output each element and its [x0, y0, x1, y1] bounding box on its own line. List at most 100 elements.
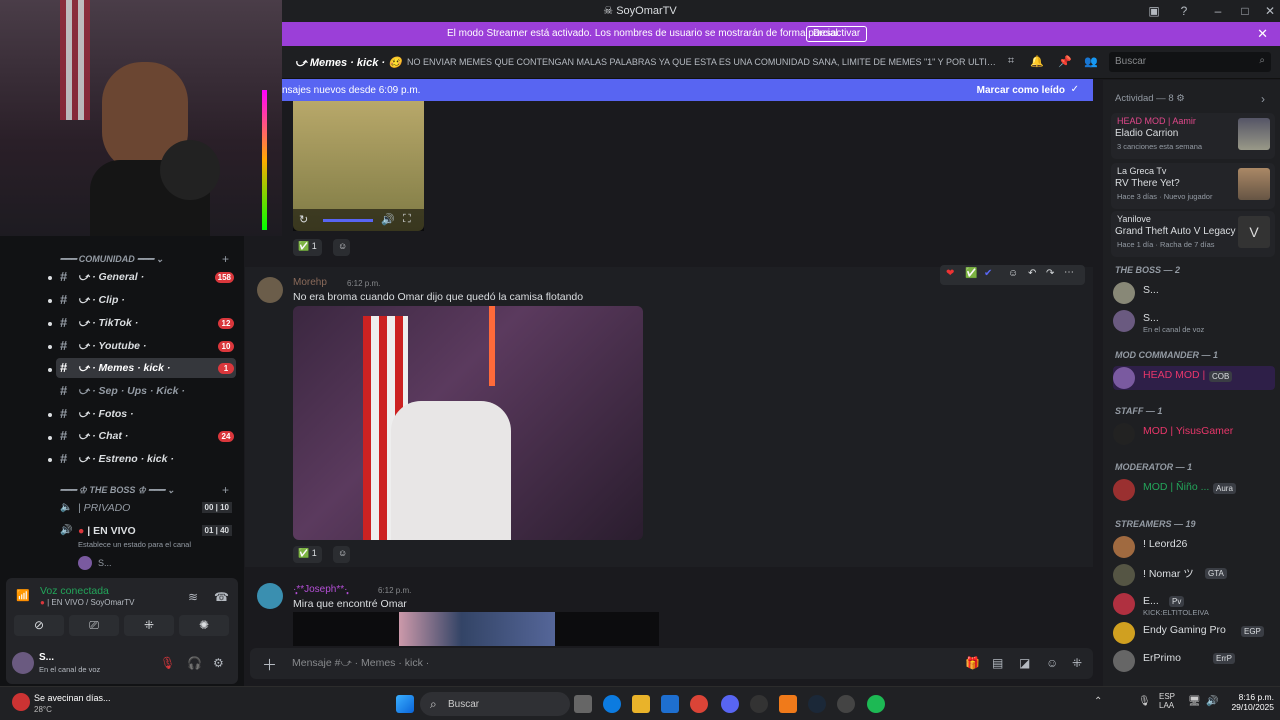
- headphones-icon[interactable]: 🎧: [187, 656, 202, 670]
- inbox-icon[interactable]: ▣: [1146, 3, 1162, 19]
- spotify-icon[interactable]: [867, 695, 885, 713]
- maximize-button[interactable]: □: [1237, 3, 1253, 19]
- forward-icon[interactable]: ↷: [1046, 268, 1054, 279]
- activity-title[interactable]: Actividad — 8 ⚙: [1115, 93, 1185, 104]
- language-indicator[interactable]: ESP LAA: [1159, 692, 1175, 710]
- add-channel-icon[interactable]: +: [222, 252, 229, 266]
- avatar[interactable]: [257, 583, 283, 609]
- avatar[interactable]: [12, 652, 34, 674]
- voice-channel-privado[interactable]: 🔈 | PRIVADO 00 | 10: [56, 498, 236, 518]
- noise-suppression-icon[interactable]: ≋: [188, 590, 198, 604]
- activity-card[interactable]: Yanilove Grand Theft Auto V Legacy Hace …: [1111, 211, 1275, 257]
- replay-icon[interactable]: ↻: [299, 213, 308, 226]
- settings-icon[interactable]: ⚙: [213, 656, 224, 670]
- clock[interactable]: 8:16 p.m. 29/10/2025: [1230, 692, 1274, 712]
- member-item[interactable]: MOD | Ñiño ... Aura: [1113, 478, 1273, 502]
- member-item[interactable]: ErPrimo ErrP: [1113, 649, 1273, 673]
- channel-youtube[interactable]: # ⤻ · Youtube · 10: [56, 336, 236, 356]
- file-explorer-icon[interactable]: [632, 695, 650, 713]
- edge-icon[interactable]: [603, 695, 621, 713]
- channel-clip[interactable]: # ⤻ · Clip ·: [56, 290, 236, 310]
- video-progress[interactable]: [323, 219, 373, 222]
- channel-memes[interactable]: # ⤻ · Memes · kick · 1: [56, 358, 236, 378]
- disconnect-icon[interactable]: ☎: [214, 590, 229, 604]
- add-channel-icon[interactable]: +: [222, 483, 229, 497]
- activity-card[interactable]: La Greca Tv RV There Yet? Hace 3 días · …: [1111, 163, 1275, 209]
- new-messages-bar[interactable]: nsajes nuevos desde 6:09 p.m. Marcar com…: [282, 79, 1093, 101]
- threads-icon[interactable]: ⌗: [1004, 55, 1018, 69]
- close-banner-icon[interactable]: ✕: [1257, 26, 1268, 42]
- app-icon[interactable]: [779, 695, 797, 713]
- windows-start-icon[interactable]: [396, 695, 414, 713]
- member-item[interactable]: S...: [1113, 281, 1273, 305]
- activity-card[interactable]: HEAD MOD | Aamir Eladio Carrion 3 cancio…: [1111, 113, 1275, 159]
- more-icon[interactable]: ⋯: [1064, 267, 1074, 278]
- chrome-icon[interactable]: [690, 695, 708, 713]
- apps-icon[interactable]: ⁜: [1072, 656, 1082, 670]
- weather-icon[interactable]: [12, 693, 30, 711]
- sticker-icon[interactable]: ◪: [1019, 656, 1030, 670]
- channel-status-hint[interactable]: Establece un estado para el canal: [78, 540, 191, 549]
- channel-estreno[interactable]: # ⤻ · Estreno · kick ·: [56, 449, 236, 469]
- add-attachment-icon[interactable]: ＋: [262, 654, 277, 675]
- channel-topic[interactable]: NO ENVIAR MEMES QUE CONTENGAN MALAS PALA…: [407, 57, 997, 67]
- user-name[interactable]: S...: [39, 652, 54, 663]
- gif-icon[interactable]: ▤: [992, 656, 1003, 670]
- discord-icon[interactable]: [721, 695, 739, 713]
- store-icon[interactable]: [661, 695, 679, 713]
- chevron-up-icon[interactable]: ⌃: [1094, 696, 1102, 707]
- app-icon[interactable]: [837, 695, 855, 713]
- channel-chat[interactable]: # ⤻ · Chat · 24: [56, 426, 236, 446]
- task-view-icon[interactable]: [574, 695, 592, 713]
- voice-channel-info[interactable]: ● | EN VIVO / SoyOmarTV: [40, 598, 135, 607]
- voice-channel-en-vivo[interactable]: 🔊 ● | EN VIVO 01 | 40: [56, 521, 236, 541]
- category-comunidad[interactable]: ━━━ COMUNIDAD ━━━ ⌄: [60, 254, 164, 265]
- chevron-right-icon[interactable]: ›: [1261, 92, 1265, 106]
- taskbar-search[interactable]: ⌕ Buscar: [420, 692, 570, 716]
- reaction-check[interactable]: ✅ 1: [293, 239, 322, 256]
- obs-icon[interactable]: [750, 695, 768, 713]
- network-icon[interactable]: 🖥: [1188, 696, 1201, 707]
- message-composer[interactable]: ＋ Mensaje #⤻ · Memes · kick · 🎁 ▤ ◪ ☺ ⁜: [250, 648, 1093, 679]
- voice-user-name[interactable]: S...: [98, 558, 112, 568]
- microphone-icon[interactable]: 🎙: [1138, 696, 1151, 707]
- heart-icon[interactable]: ❤: [946, 268, 954, 279]
- minimize-button[interactable]: –: [1210, 3, 1226, 19]
- reaction-check[interactable]: ✅ 1: [293, 546, 322, 563]
- channel-tiktok[interactable]: # ⤻ · TikTok · 12: [56, 313, 236, 333]
- member-item[interactable]: E... Pv KICK:ELTITOLEIVA: [1113, 592, 1273, 617]
- member-item[interactable]: Endy Gaming Pro EGP: [1113, 621, 1273, 645]
- member-item[interactable]: S... En el canal de voz: [1113, 309, 1273, 334]
- message-author[interactable]: ·̩̩̥͙**Joseph**·̩̩̥͙: [293, 584, 347, 595]
- video-attachment[interactable]: ↻ 🔊 ⛶: [293, 101, 424, 231]
- help-icon[interactable]: ?: [1176, 3, 1192, 19]
- channel-fotos[interactable]: # ⤻ · Fotos ·: [56, 404, 236, 424]
- add-reaction-icon[interactable]: ☺: [333, 239, 350, 256]
- avatar[interactable]: [78, 556, 92, 570]
- verified-icon[interactable]: ✔: [984, 268, 992, 279]
- soundboard-button[interactable]: ✺: [179, 615, 229, 636]
- members-icon[interactable]: 👥: [1084, 55, 1098, 69]
- add-reaction-icon[interactable]: ☺: [1008, 268, 1018, 279]
- check-icon[interactable]: ✅: [965, 268, 977, 279]
- member-item[interactable]: HEAD MOD | COB: [1113, 366, 1275, 390]
- member-item[interactable]: ! Leord26: [1113, 535, 1273, 559]
- gift-icon[interactable]: 🎁: [965, 656, 980, 670]
- channel-sep-ups[interactable]: # ⤻ · Sep · Ups · Kick ·: [56, 381, 236, 401]
- category-the-boss[interactable]: ━━━ ♔ THE BOSS ♔ ━━━ ⌄: [60, 485, 175, 496]
- signal-icon[interactable]: 📶: [16, 589, 30, 602]
- mute-icon[interactable]: 🎙: [160, 656, 175, 670]
- mark-read-button[interactable]: Marcar como leído: [977, 85, 1065, 96]
- weather-title[interactable]: Se avecinan días...: [34, 693, 111, 703]
- search-input[interactable]: Buscar ⌕: [1109, 52, 1271, 72]
- add-reaction-icon[interactable]: ☺: [333, 546, 350, 563]
- camera-button[interactable]: ⊘: [14, 615, 64, 636]
- message-author[interactable]: Morehp: [293, 277, 327, 288]
- image-attachment[interactable]: [293, 612, 659, 646]
- steam-icon[interactable]: [808, 695, 826, 713]
- avatar[interactable]: [257, 277, 283, 303]
- member-item[interactable]: ! Nomar ツ GTA: [1113, 563, 1273, 587]
- member-item[interactable]: MOD | YisusGamer: [1113, 422, 1273, 446]
- screen-share-button[interactable]: ⎚: [69, 615, 119, 636]
- image-attachment[interactable]: [293, 306, 643, 540]
